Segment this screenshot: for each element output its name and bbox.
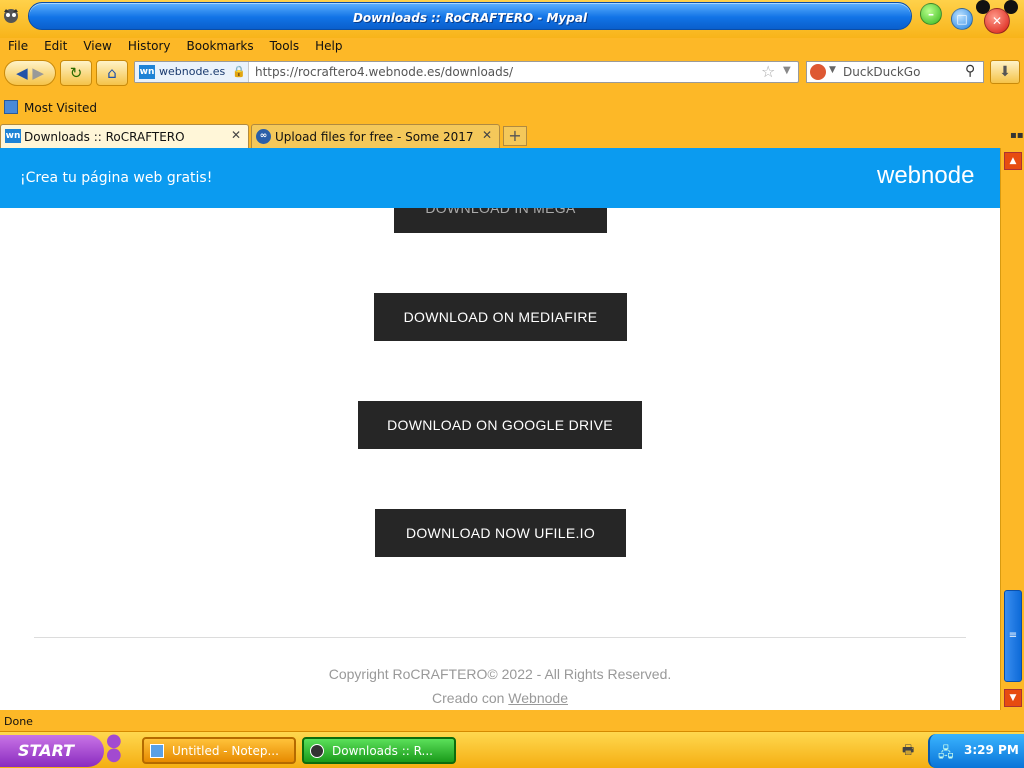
site-identity[interactable]: wn webnode.es 🔒 [135, 62, 249, 82]
menu-view[interactable]: View [75, 38, 119, 56]
most-visited-link[interactable]: Most Visited [24, 101, 97, 115]
search-engine-dropdown-icon[interactable]: ▼ [829, 65, 836, 75]
back-forward-buttons[interactable]: ◀ ▶ [4, 60, 56, 86]
footer-divider [34, 637, 966, 638]
webnode-favicon-icon: wn [5, 129, 21, 143]
webnode-footer-link[interactable]: Webnode [508, 690, 568, 706]
menu-bar: File Edit View History Bookmarks Tools H… [0, 38, 1024, 56]
taskbar-item-label: Downloads :: R... [332, 744, 433, 758]
webnode-favicon-icon: wn [139, 65, 155, 79]
bookmarks-toolbar: Most Visited [0, 98, 1024, 118]
url-dropdown-icon[interactable]: ▼ [783, 65, 791, 76]
tab-label: Downloads :: RoCRAFTERO [24, 130, 185, 144]
duckduckgo-icon[interactable] [810, 64, 826, 80]
tab-downloads[interactable]: wn Downloads :: RoCRAFTERO ✕ [0, 124, 249, 148]
taskbar-item-label: Untitled - Notep... [172, 744, 279, 758]
menu-history[interactable]: History [120, 38, 179, 56]
new-tab-button[interactable]: + [503, 126, 527, 146]
downloads-button[interactable]: ⬇ [990, 60, 1020, 84]
menu-file[interactable]: File [0, 38, 36, 56]
download-google-drive-button[interactable]: DOWNLOAD ON GOOGLE DRIVE [358, 401, 642, 449]
close-button[interactable]: ✕ [984, 8, 1010, 34]
most-visited-icon [4, 100, 18, 114]
search-bar[interactable]: ▼ DuckDuckGo ⚲ [806, 61, 984, 83]
page-content: DOWNLOAD IN MEGA ¡Crea tu página web gra… [0, 148, 1000, 710]
tab-bar: wn Downloads :: RoCRAFTERO ✕ ∞ Upload fi… [0, 124, 1024, 148]
reload-icon: ↻ [69, 64, 83, 82]
reload-button[interactable]: ↻ [60, 60, 92, 86]
taskbar: START ● ● Untitled - Notep... Downloads :… [0, 731, 1024, 768]
tab-label: Upload files for free - Some 2017 ... [275, 130, 475, 144]
download-mega-button[interactable]: DOWNLOAD IN MEGA [394, 208, 607, 233]
copyright-text: Copyright RoCRAFTERO© 2022 - All Rights … [328, 666, 672, 682]
taskbar-item-browser[interactable]: Downloads :: R... [302, 737, 456, 764]
vertical-scrollbar[interactable]: ▲ ≡ ▼ [1000, 148, 1024, 710]
status-text: Done [4, 715, 33, 728]
menu-edit[interactable]: Edit [36, 38, 75, 56]
clock[interactable]: 3:29 PM [964, 743, 1019, 757]
browser-icon [310, 744, 324, 758]
home-button[interactable]: ⌂ [96, 60, 128, 86]
home-icon: ⌂ [107, 64, 117, 82]
close-tab-icon[interactable]: ✕ [482, 128, 492, 142]
create-website-link[interactable]: ¡Crea tu página web gratis! [20, 170, 212, 186]
menu-bookmarks[interactable]: Bookmarks [179, 38, 262, 56]
scroll-up-arrow-icon[interactable]: ▲ [1004, 152, 1022, 170]
maximize-button[interactable]: □ [951, 8, 973, 30]
bookmark-star-icon[interactable]: ☆ [761, 62, 775, 81]
forward-arrow-icon[interactable]: ▶ [32, 64, 44, 82]
lock-icon: 🔒 [232, 65, 246, 78]
app-icon[interactable] [2, 6, 20, 24]
menu-tools[interactable]: Tools [262, 38, 308, 56]
menu-help[interactable]: Help [307, 38, 350, 56]
search-icon[interactable]: ⚲ [965, 63, 975, 79]
search-placeholder: DuckDuckGo [843, 65, 921, 79]
upload-site-favicon-icon: ∞ [256, 129, 271, 144]
download-ufile-button[interactable]: DOWNLOAD NOW UFILE.IO [375, 509, 626, 557]
url-bar[interactable]: wn webnode.es 🔒 https://rocraftero4.webn… [134, 61, 799, 83]
start-button[interactable]: START [0, 735, 104, 767]
scroll-thumb[interactable]: ≡ [1004, 590, 1022, 682]
navigation-toolbar: ◀ ▶ ↻ ⌂ wn webnode.es 🔒 https://rocrafte… [0, 58, 1024, 90]
download-arrow-icon: ⬇ [999, 64, 1011, 80]
start-decoration-icon: ● ● [106, 730, 122, 765]
window-title: Downloads :: RoCRAFTERO - Mypal [352, 11, 588, 25]
created-with: Creado con Webnode [0, 690, 1000, 706]
back-arrow-icon[interactable]: ◀ [16, 64, 28, 82]
scroll-down-arrow-icon[interactable]: ▼ [1004, 689, 1022, 707]
webnode-logo[interactable]: webnode [877, 162, 974, 190]
webnode-banner: ¡Crea tu página web gratis! webnode [0, 148, 1000, 208]
url-text[interactable]: https://rocraftero4.webnode.es/downloads… [255, 65, 513, 79]
tab-upload-files[interactable]: ∞ Upload files for free - Some 2017 ... … [251, 124, 500, 148]
notepad-icon [150, 744, 164, 758]
title-pill: Downloads :: RoCRAFTERO - Mypal [28, 2, 912, 30]
minimize-button[interactable]: – [920, 3, 942, 25]
network-icon[interactable]: 🖧 [938, 742, 954, 766]
taskbar-item-notepad[interactable]: Untitled - Notep... [142, 737, 296, 764]
site-name: webnode.es [159, 65, 226, 78]
system-tray: 🖧 3:29 PM [928, 734, 1024, 768]
download-mediafire-button[interactable]: DOWNLOAD ON MEDIAFIRE [374, 293, 627, 341]
tray-printer-icon[interactable]: 🖶 [902, 741, 914, 763]
list-all-tabs-icon[interactable]: ▪▪ [1010, 130, 1024, 141]
status-bar: Done [0, 711, 1024, 731]
title-bar: Downloads :: RoCRAFTERO - Mypal – □ ✕ [0, 0, 1024, 38]
created-with-prefix: Creado con [432, 690, 509, 706]
close-tab-icon[interactable]: ✕ [231, 128, 241, 142]
